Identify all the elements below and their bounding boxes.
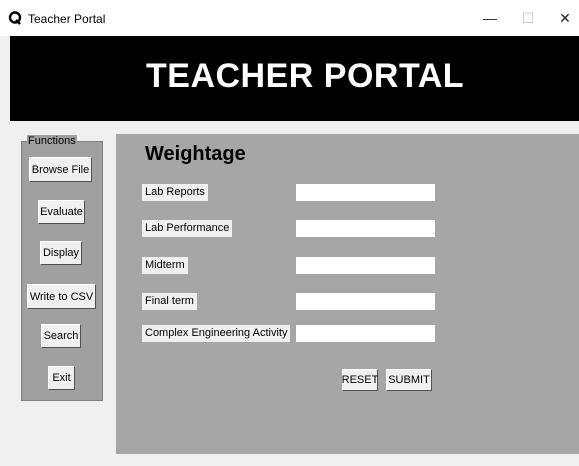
lab-reports-label: Lab Reports [142,184,208,201]
minimize-button[interactable]: — [470,0,510,36]
final-term-label: Final term [142,293,197,310]
evaluate-button[interactable]: Evaluate [38,200,85,224]
lab-performance-input[interactable] [296,220,435,237]
final-term-input[interactable] [296,293,435,310]
search-button[interactable]: Search [41,324,81,348]
lab-reports-input[interactable] [296,184,435,201]
page-title: TEACHER PORTAL [146,57,465,95]
maximize-button[interactable]: ☐ [508,0,548,36]
app-icon [8,11,22,25]
header-banner: TEACHER PORTAL [10,36,579,121]
complex-engineering-activity-input[interactable] [296,325,435,342]
reset-button[interactable]: RESET [342,369,378,391]
functions-legend: Functions [27,135,77,147]
display-button[interactable]: Display [40,241,82,265]
midterm-input[interactable] [296,257,435,274]
window-titlebar[interactable]: Teacher Portal — ☐ ✕ [0,0,579,36]
midterm-label: Midterm [142,257,188,274]
window-title: Teacher Portal [28,12,106,26]
exit-button[interactable]: Exit [48,366,75,390]
close-button[interactable]: ✕ [545,0,579,36]
weightage-heading: Weightage [145,143,246,165]
browse-file-button[interactable]: Browse File [29,157,92,182]
write-to-csv-button[interactable]: Write to CSV [27,284,96,309]
submit-button[interactable]: SUBMIT [386,369,432,391]
lab-performance-label: Lab Performance [142,220,233,237]
complex-engineering-activity-label: Complex Engineering Activity [142,325,291,342]
